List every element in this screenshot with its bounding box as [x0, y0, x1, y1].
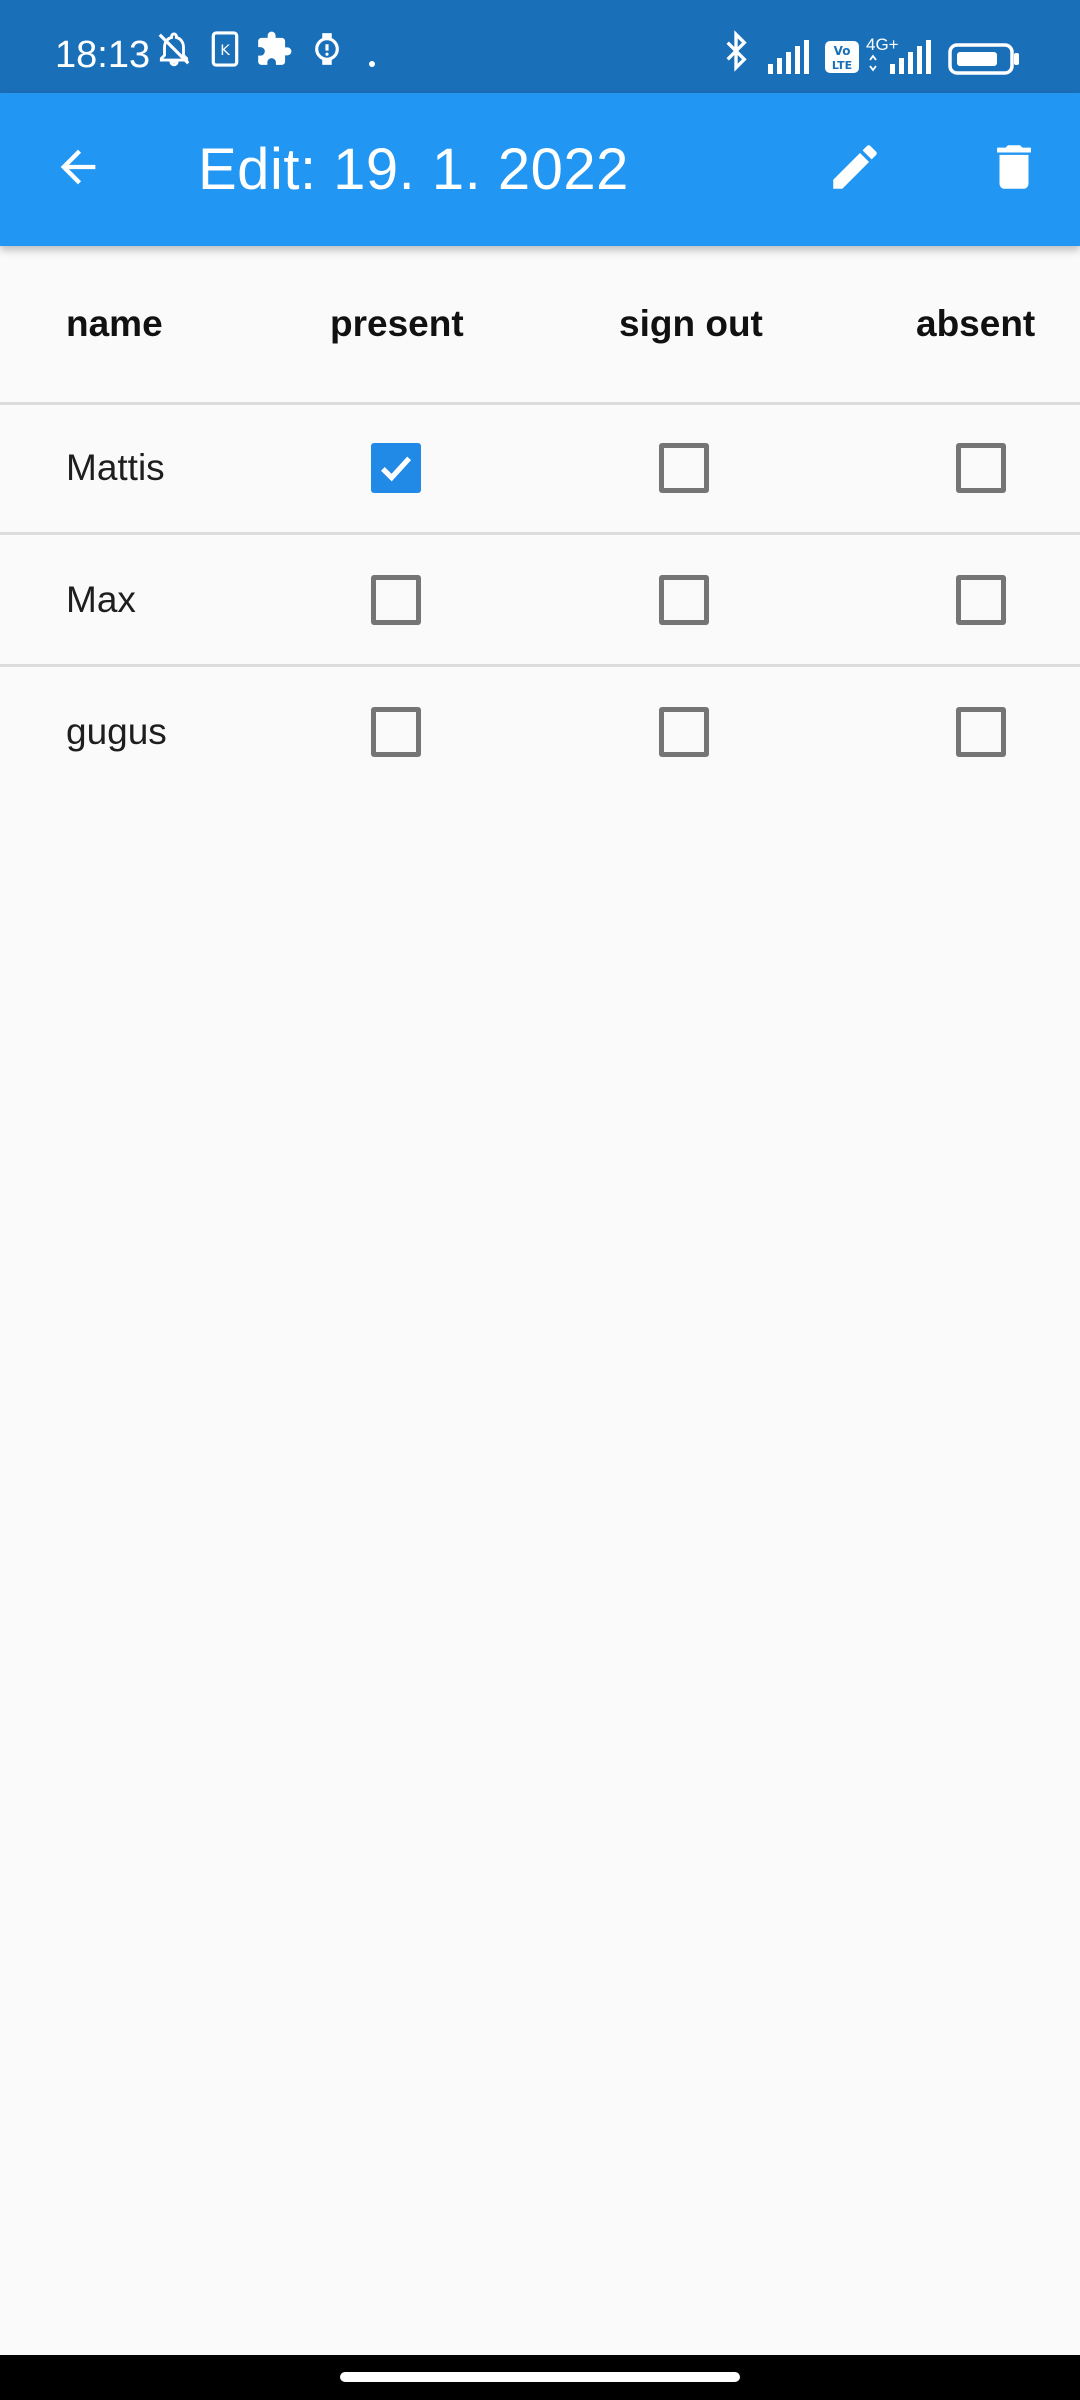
- bluetooth-icon: [716, 30, 756, 77]
- table-row: gugus: [0, 667, 1080, 796]
- status-bar: 18:13 K Vo LTE 4G+: [0, 0, 1080, 93]
- sign-out-checkbox[interactable]: [659, 443, 709, 493]
- present-checkbox[interactable]: [371, 707, 421, 757]
- row-name: Max: [66, 579, 136, 620]
- check-icon: [381, 456, 412, 482]
- signal-icon: [766, 40, 816, 79]
- svg-text:LTE: LTE: [832, 59, 852, 72]
- watch-alert-icon: [308, 30, 346, 73]
- app-bar: Edit: 19. 1. 2022: [0, 93, 1080, 246]
- svg-text:Vo: Vo: [834, 44, 851, 58]
- table-row: Mattis: [0, 403, 1080, 535]
- row-name: Mattis: [66, 447, 165, 488]
- edit-button[interactable]: [795, 93, 915, 246]
- column-header-absent: absent: [916, 303, 1036, 344]
- bell-off-icon: [155, 30, 193, 73]
- page-title: Edit: 19. 1. 2022: [198, 137, 629, 202]
- signal-4g-icon: [866, 40, 938, 79]
- back-arrow-icon: [52, 141, 104, 198]
- home-gesture-handle[interactable]: [340, 2372, 740, 2382]
- table-row: Max: [0, 535, 1080, 667]
- row-name: gugus: [66, 711, 167, 752]
- puzzle-icon: [255, 30, 293, 73]
- sign-out-checkbox[interactable]: [659, 575, 709, 625]
- column-header-name: name: [66, 303, 163, 344]
- absent-checkbox[interactable]: [956, 575, 1006, 625]
- absent-checkbox[interactable]: [956, 443, 1006, 493]
- column-header-present: present: [330, 303, 464, 344]
- absent-checkbox[interactable]: [956, 707, 1006, 757]
- battery-icon: [948, 43, 1020, 80]
- attendance-table-header: name present sign out absent: [0, 246, 1080, 405]
- back-button[interactable]: [18, 93, 138, 246]
- delete-button[interactable]: [954, 93, 1074, 246]
- present-checkbox[interactable]: [371, 443, 421, 493]
- pencil-icon: [826, 138, 884, 201]
- present-checkbox[interactable]: [371, 575, 421, 625]
- svg-text:K: K: [220, 42, 230, 59]
- sim-card-icon: K: [210, 30, 240, 73]
- dot-icon: [368, 55, 376, 73]
- volte-icon: Vo LTE: [824, 40, 860, 79]
- column-header-sign-out: sign out: [619, 303, 763, 344]
- status-time: 18:13: [55, 34, 151, 76]
- sign-out-checkbox[interactable]: [659, 707, 709, 757]
- trash-icon: [985, 138, 1043, 201]
- system-navigation-bar: [0, 2355, 1080, 2400]
